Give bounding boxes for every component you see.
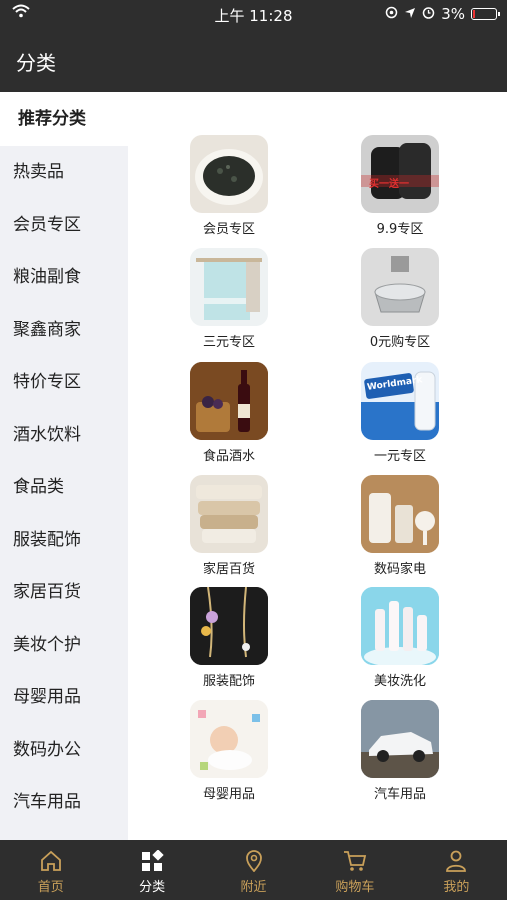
- category-baby[interactable]: 母婴用品: [169, 700, 289, 802]
- category-beauty[interactable]: 美妆洗化: [340, 587, 460, 689]
- tab-cart[interactable]: 购物车: [304, 840, 405, 900]
- user-icon: [406, 850, 507, 872]
- battery-icon: [471, 8, 500, 20]
- category-label: 数码家电: [373, 562, 426, 577]
- towels-stack-image: [190, 475, 268, 553]
- tab-label: 我的: [443, 880, 470, 895]
- category-label: 一元专区: [373, 449, 426, 464]
- alarm-icon: [422, 5, 435, 23]
- tab-label: 附近: [240, 880, 267, 895]
- towel-image: [190, 248, 268, 326]
- necklace-image: [190, 587, 268, 665]
- sidebar-item-merchants[interactable]: 聚鑫商家: [0, 304, 128, 357]
- category-label: 美妆洗化: [373, 674, 426, 689]
- tab-label: 首页: [37, 880, 64, 895]
- category-member[interactable]: 会员专区: [169, 135, 289, 237]
- category-grid-icon: [101, 850, 202, 872]
- ashtray-image: [361, 248, 439, 326]
- location-icon: [404, 5, 416, 23]
- tab-mine[interactable]: 我的: [406, 840, 507, 900]
- category-label: 家居百货: [202, 562, 255, 577]
- page-title: 分类: [16, 51, 56, 75]
- category-food-wine[interactable]: 食品酒水: [169, 362, 289, 464]
- category-99[interactable]: 买一送一 9.9专区: [340, 135, 460, 237]
- sidebar-item-beauty[interactable]: 美妆个护: [0, 619, 128, 672]
- category-apparel[interactable]: 服装配饰: [169, 587, 289, 689]
- category-three-yuan[interactable]: 三元专区: [169, 248, 289, 350]
- category-label: 服装配饰: [202, 674, 255, 689]
- promo-text: 买一送一: [369, 179, 409, 190]
- sidebar-item-recommended[interactable]: 推荐分类: [0, 92, 128, 146]
- sidebar-item-grain-oil[interactable]: 粮油副食: [0, 251, 128, 304]
- baby-image: [190, 700, 268, 778]
- category-label: 9.9专区: [376, 222, 424, 237]
- tab-label: 购物车: [335, 880, 375, 895]
- category-label: 母婴用品: [202, 787, 255, 802]
- header: 分类: [0, 28, 507, 92]
- category-digital-appliance[interactable]: 数码家电: [340, 475, 460, 577]
- appliance-image: [361, 475, 439, 553]
- category-zero-yuan[interactable]: 0元购专区: [340, 248, 460, 350]
- category-label: 0元购专区: [369, 335, 431, 350]
- sidebar-item-food[interactable]: 食品类: [0, 461, 128, 514]
- category-auto[interactable]: 汽车用品: [340, 700, 460, 802]
- category-label: 汽车用品: [373, 787, 426, 802]
- water-image: Worldmark: [361, 362, 439, 440]
- sidebar-item-special[interactable]: 特价专区: [0, 356, 128, 409]
- sidebar-item-auto[interactable]: 汽车用品: [0, 776, 128, 829]
- backpack-image: 买一送一: [361, 135, 439, 213]
- sidebar-item-apparel[interactable]: 服装配饰: [0, 514, 128, 567]
- bottom-tab-bar: 首页 分类 附近 购物车 我的: [0, 840, 507, 900]
- status-bar: 上午 11:28 3%: [0, 0, 507, 28]
- sidebar-item-baby[interactable]: 母婴用品: [0, 671, 128, 724]
- sidebar-item-member[interactable]: 会员专区: [0, 199, 128, 252]
- battery-percent: 3%: [441, 5, 465, 23]
- tab-home[interactable]: 首页: [0, 840, 101, 900]
- category-label: 会员专区: [202, 222, 255, 237]
- home-icon: [0, 850, 101, 872]
- wine-image: [190, 362, 268, 440]
- car-image: [361, 700, 439, 778]
- tab-nearby[interactable]: 附近: [203, 840, 304, 900]
- tab-label: 分类: [139, 880, 166, 895]
- location-pin-icon: [203, 850, 304, 872]
- category-one-yuan[interactable]: Worldmark 一元专区: [340, 362, 460, 464]
- sidebar-item-drinks[interactable]: 酒水饮料: [0, 409, 128, 462]
- tea-image: [190, 135, 268, 213]
- rotation-lock-icon: [385, 5, 398, 23]
- category-home[interactable]: 家居百货: [169, 475, 289, 577]
- category-label: 食品酒水: [202, 449, 255, 464]
- sidebar-item-hot[interactable]: 热卖品: [0, 146, 128, 199]
- sidebar-item-home[interactable]: 家居百货: [0, 566, 128, 619]
- cart-icon: [304, 850, 405, 872]
- sidebar-item-digital[interactable]: 数码办公: [0, 724, 128, 777]
- tab-category[interactable]: 分类: [101, 840, 202, 900]
- category-sidebar: 推荐分类 热卖品 会员专区 粮油副食 聚鑫商家 特价专区 酒水饮料 食品类 服装…: [0, 92, 128, 840]
- category-label: 三元专区: [202, 335, 255, 350]
- cosmetics-image: [361, 587, 439, 665]
